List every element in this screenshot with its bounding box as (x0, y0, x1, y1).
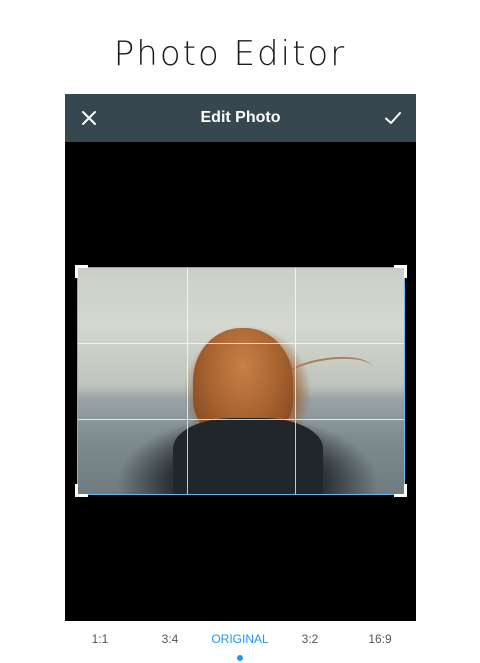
toolbar-title: Edit Photo (200, 109, 281, 126)
toolbar: Edit Photo (65, 94, 416, 142)
crop-handle-bottom-right[interactable] (394, 484, 407, 497)
crop-grid-line (78, 418, 404, 420)
aspect-ratio-bar: 1:1 3:4 ORIGINAL 3:2 16:9 (65, 626, 416, 661)
crop-handle-bottom-left[interactable] (75, 484, 88, 497)
ratio-option-1-1[interactable]: 1:1 (65, 626, 135, 652)
crop-handle-top-left[interactable] (75, 265, 88, 278)
selected-indicator-dot (237, 655, 243, 661)
crop-grid-line (295, 268, 297, 494)
crop-grid-line (78, 343, 404, 345)
crop-area[interactable] (75, 265, 407, 497)
crop-grid-line (186, 268, 188, 494)
ratio-option-3-2[interactable]: 3:2 (275, 626, 345, 652)
ratio-option-16-9[interactable]: 16:9 (345, 626, 415, 652)
photo-subject-body (173, 418, 323, 494)
ratio-option-original[interactable]: ORIGINAL (205, 626, 275, 652)
ratio-option-3-4[interactable]: 3:4 (135, 626, 205, 652)
confirm-button[interactable] (381, 106, 405, 130)
check-icon (385, 112, 401, 124)
crop-handle-top-right[interactable] (394, 265, 407, 278)
promo-title: Photo Editor (113, 34, 347, 74)
editor-screen: Edit Photo (65, 94, 416, 621)
